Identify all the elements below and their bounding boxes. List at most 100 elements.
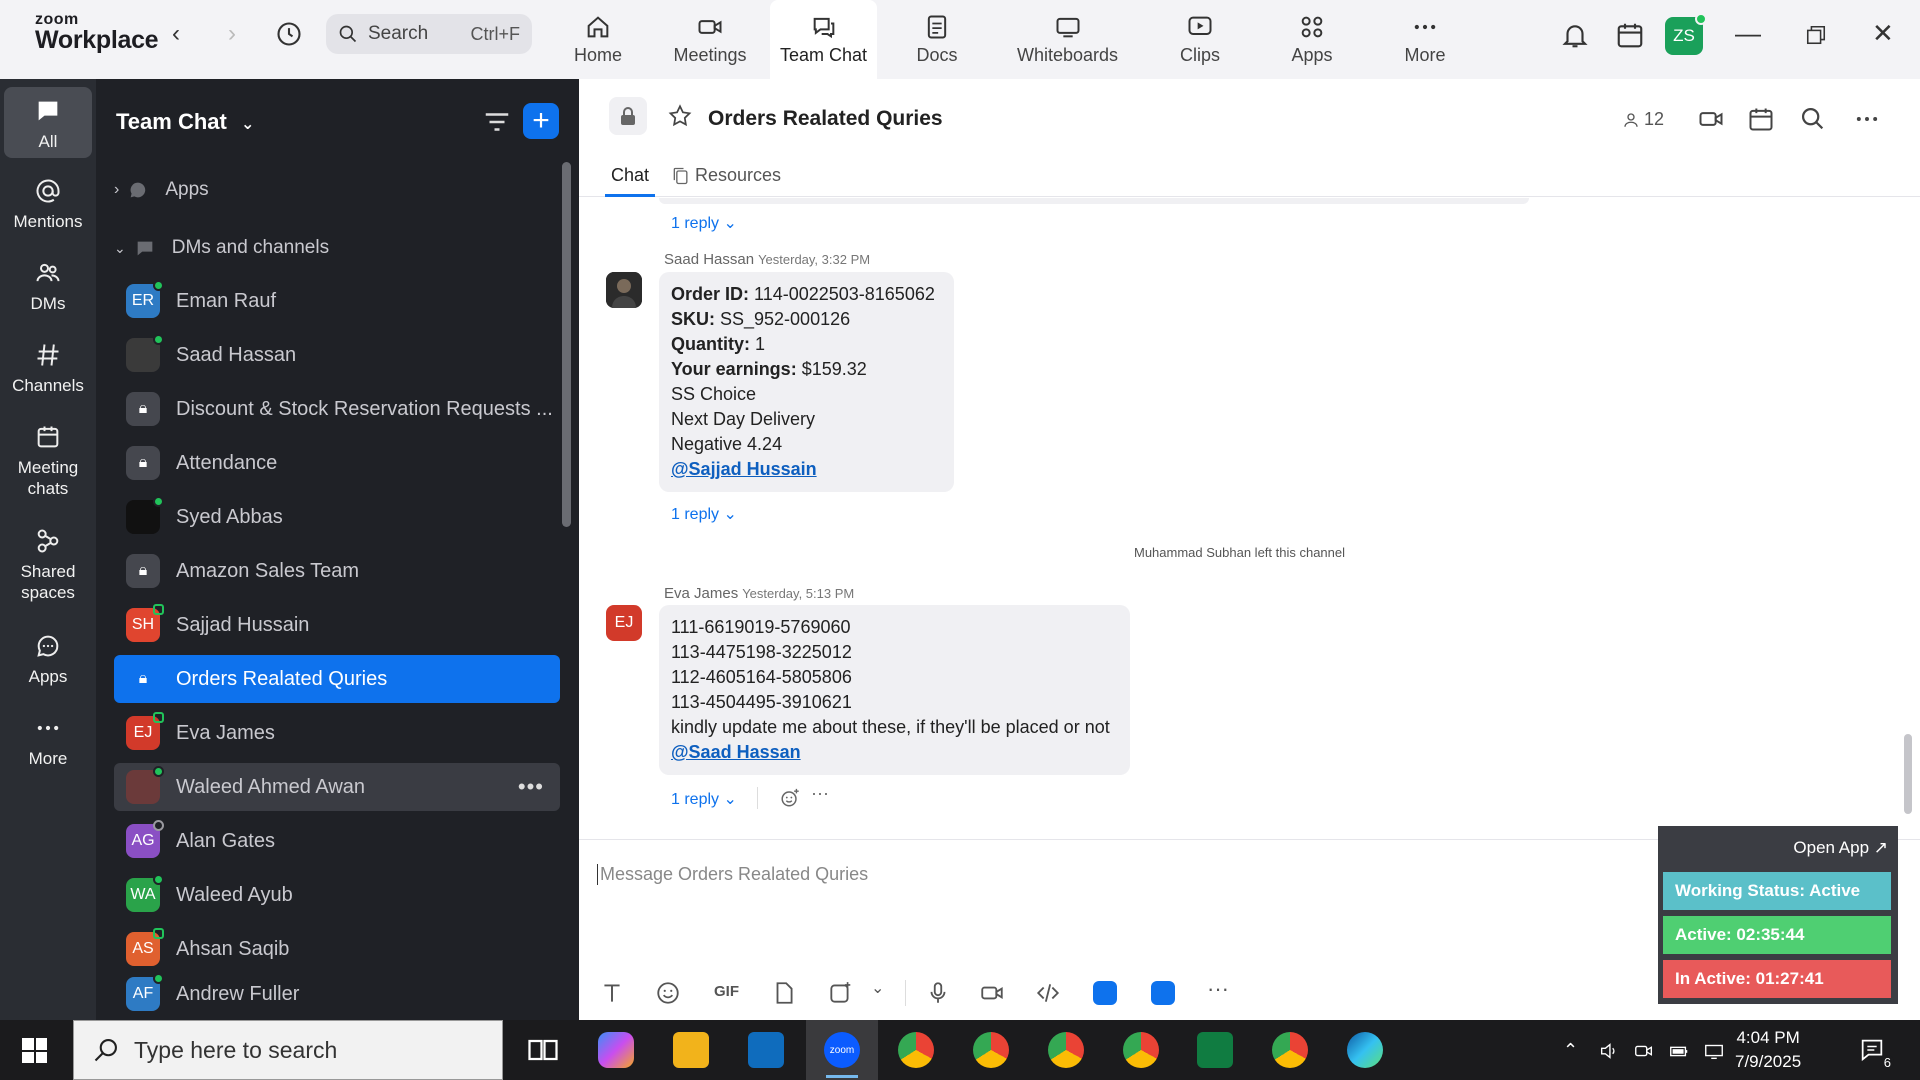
chevron-up-icon[interactable]: ⌃: [1563, 1040, 1585, 1062]
nav-tab-home[interactable]: Home: [558, 0, 638, 79]
close-window-icon[interactable]: ✕: [1872, 18, 1894, 49]
reply-link[interactable]: 1 reply ⌄: [671, 504, 737, 524]
chrome-icon[interactable]: [973, 1032, 1009, 1068]
sidebar-item-andrew-fuller[interactable]: AF Andrew Fuller: [114, 969, 560, 1019]
nav-tab-clips[interactable]: Clips: [1160, 0, 1240, 79]
star-icon[interactable]: [667, 103, 693, 129]
avatar[interactable]: [606, 272, 642, 308]
mention-link[interactable]: @Saad Hassan: [671, 742, 801, 762]
windows-start-icon[interactable]: [22, 1038, 47, 1063]
file-icon[interactable]: [771, 980, 797, 1006]
app-integration-icon[interactable]: [1093, 981, 1117, 1005]
chat-scrollbar[interactable]: [1904, 734, 1912, 814]
sidebar-item-waleed-ayub[interactable]: WA Waleed Ayub: [114, 871, 560, 919]
file-explorer-icon[interactable]: [673, 1032, 709, 1068]
avatar[interactable]: EJ: [606, 605, 642, 641]
reply-link[interactable]: 1 reply ⌄: [671, 789, 737, 809]
video-message-icon[interactable]: [979, 980, 1005, 1006]
rail-item-meeting-chats[interactable]: Meeting chats: [4, 423, 92, 499]
members-button[interactable]: 12: [1622, 109, 1664, 130]
sidebar-item-saad-hassan[interactable]: Saad Hassan: [114, 331, 560, 379]
more-dots-icon[interactable]: [1853, 105, 1881, 133]
search-box[interactable]: Search Ctrl+F: [326, 14, 532, 54]
copilot-icon[interactable]: [598, 1032, 634, 1068]
tab-chat[interactable]: Chat: [604, 165, 656, 197]
nav-tab-docs[interactable]: Docs: [897, 0, 977, 79]
taskbar-search-box[interactable]: Type here to search: [73, 1020, 503, 1080]
sidebar-item-discount-stock[interactable]: 🔒︎ Discount & Stock Reservation Requests…: [114, 385, 560, 433]
code-snippet-icon[interactable]: [1035, 980, 1061, 1006]
calendar-icon[interactable]: [1615, 20, 1645, 50]
screenshot-icon[interactable]: [827, 980, 853, 1006]
bell-icon[interactable]: [1560, 20, 1590, 50]
history-icon[interactable]: [275, 20, 303, 48]
tab-resources[interactable]: Resources: [671, 165, 781, 186]
reply-link[interactable]: 1 reply ⌄: [671, 213, 737, 233]
filter-icon[interactable]: [482, 107, 512, 137]
rail-item-more[interactable]: More: [4, 714, 92, 769]
video-camera-icon[interactable]: [1697, 105, 1725, 133]
message-author[interactable]: Saad Hassan: [664, 251, 754, 268]
gif-button[interactable]: GIF: [714, 983, 739, 1000]
outlook-icon[interactable]: [748, 1032, 784, 1068]
emoji-icon[interactable]: [655, 980, 681, 1006]
zoom-icon[interactable]: zoom: [824, 1032, 860, 1068]
rail-item-dms[interactable]: DMs: [4, 259, 92, 314]
sidebar-item-ahsan-saqib[interactable]: AS Ahsan Saqib: [114, 925, 560, 973]
nav-tab-whiteboards[interactable]: Whiteboards: [1000, 0, 1135, 79]
minimize-window-icon[interactable]: —: [1735, 18, 1761, 49]
section-dms-and-channels[interactable]: ⌄ DMs and channels: [114, 237, 329, 259]
more-options-icon[interactable]: ···: [811, 783, 829, 804]
restore-window-icon[interactable]: [1805, 24, 1827, 46]
sidebar-item-amazon-sales-team[interactable]: 🔒︎ Amazon Sales Team: [114, 547, 560, 595]
more-options-icon[interactable]: ···: [1207, 976, 1229, 1002]
sidebar-item-eva-james[interactable]: EJ Eva James: [114, 709, 560, 757]
nav-tab-team-chat[interactable]: Team Chat: [770, 0, 877, 79]
user-avatar[interactable]: ZS: [1665, 13, 1707, 55]
sidebar-item-orders-realated-quries[interactable]: 🔒︎ Orders Realated Quries: [114, 655, 560, 703]
meet-now-icon[interactable]: [1633, 1040, 1655, 1062]
rail-item-channels[interactable]: Channels: [4, 341, 92, 396]
sidebar-item-waleed-ahmed-awan[interactable]: Waleed Ahmed Awan •••: [114, 763, 560, 811]
chrome-icon[interactable]: [1123, 1032, 1159, 1068]
microphone-icon[interactable]: [925, 980, 951, 1006]
task-view-icon[interactable]: [525, 1032, 561, 1068]
more-options-icon[interactable]: •••: [518, 774, 544, 800]
edge-icon[interactable]: [1347, 1032, 1383, 1068]
add-reaction-icon[interactable]: [779, 787, 801, 809]
rail-item-mentions[interactable]: Mentions: [4, 177, 92, 232]
calendar-icon[interactable]: [1747, 105, 1775, 133]
excel-icon[interactable]: [1197, 1032, 1233, 1068]
notification-center[interactable]: 6: [1858, 1036, 1894, 1070]
mention-link[interactable]: @Sajjad Hussain: [671, 459, 817, 479]
taskbar-clock[interactable]: 4:04 PM 7/9/2025: [1735, 1026, 1801, 1074]
text-format-icon[interactable]: [599, 980, 625, 1006]
new-chat-button[interactable]: +: [523, 103, 559, 139]
network-icon[interactable]: [1703, 1040, 1725, 1062]
message-author[interactable]: Eva James: [664, 585, 738, 602]
sidebar-item-syed-abbas[interactable]: Syed Abbas: [114, 493, 560, 541]
sidebar-item-alan-gates[interactable]: AG Alan Gates: [114, 817, 560, 865]
back-arrow-icon[interactable]: ‹: [172, 20, 180, 48]
chrome-icon[interactable]: [1048, 1032, 1084, 1068]
speaker-icon[interactable]: [1598, 1040, 1620, 1062]
sidebar-item-sajjad-hussain[interactable]: SH Sajjad Hussain: [114, 601, 560, 649]
rail-item-shared-spaces[interactable]: Shared spaces: [4, 527, 92, 603]
search-icon[interactable]: [1799, 105, 1827, 133]
open-app-button[interactable]: Open App ↗: [1793, 838, 1888, 858]
sidebar-item-attendance[interactable]: 🔒︎ Attendance: [114, 439, 560, 487]
nav-tab-meetings[interactable]: Meetings: [665, 0, 755, 79]
battery-icon[interactable]: [1668, 1040, 1690, 1062]
app-integration-icon[interactable]: [1151, 981, 1175, 1005]
chrome-icon[interactable]: [1272, 1032, 1308, 1068]
nav-tab-more[interactable]: More: [1385, 0, 1465, 79]
team-chat-dropdown[interactable]: Team Chat ⌄: [116, 109, 254, 135]
forward-arrow-icon[interactable]: ›: [228, 20, 236, 48]
section-apps[interactable]: › Apps: [114, 179, 209, 201]
chevron-down-icon[interactable]: ⌄: [871, 978, 884, 998]
channel-list-scrollbar[interactable]: [562, 162, 571, 527]
rail-item-all[interactable]: All: [4, 87, 92, 158]
chrome-icon[interactable]: [898, 1032, 934, 1068]
nav-tab-apps[interactable]: Apps: [1272, 0, 1352, 79]
message-input[interactable]: Message Orders Realated Quries: [597, 864, 868, 885]
